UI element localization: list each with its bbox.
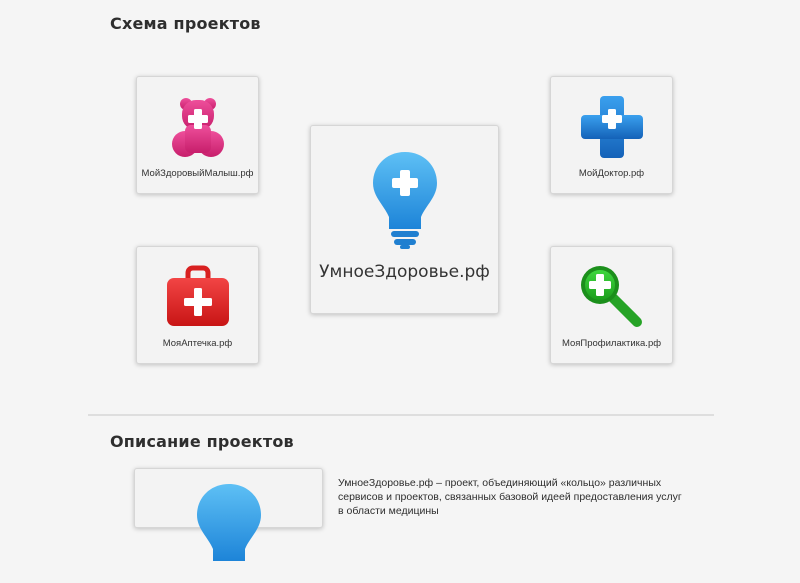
medical-cross-icon: [580, 96, 643, 158]
project-card-pharmacy[interactable]: МояАптечка.рф: [136, 246, 259, 364]
scheme-title: Схема проектов: [110, 14, 261, 33]
project-card-prevention[interactable]: МояПрофилактика.рф: [550, 246, 673, 364]
project-label: МояПрофилактика.рф: [561, 338, 662, 349]
project-label: МойЗдоровыйМалыш.рф: [141, 168, 254, 179]
project-label: МояАптечка.рф: [162, 338, 233, 349]
description-card[interactable]: [134, 468, 323, 561]
description-title: Описание проектов: [110, 432, 294, 451]
section-divider: [88, 414, 714, 416]
project-card-baby[interactable]: МойЗдоровыйМалыш.рф: [136, 76, 259, 194]
project-card-center[interactable]: УмноеЗдоровье.рф: [310, 125, 499, 314]
project-label-center: УмноеЗдоровье.рф: [319, 262, 490, 282]
first-aid-kit-icon: [166, 265, 229, 326]
project-card-doctor[interactable]: МойДоктор.рф: [550, 76, 673, 194]
description-text: УмноеЗдоровье.рф – проект, объединяющий …: [338, 477, 682, 517]
magnifier-plus-icon: [580, 266, 642, 327]
project-label: МойДоктор.рф: [578, 168, 645, 179]
lightbulb-plus-icon: [372, 152, 437, 249]
teddy-bear-plus-icon: [171, 98, 224, 157]
lightbulb-plus-icon: [196, 484, 261, 561]
